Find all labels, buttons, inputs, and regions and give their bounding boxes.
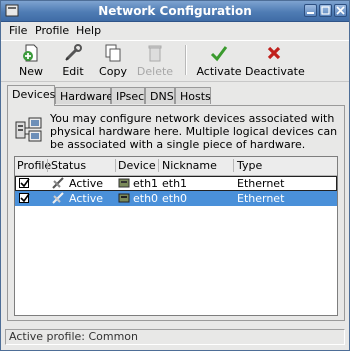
edit-label: Edit — [62, 65, 84, 78]
toolbar: New Edit Copy Delete Activate Deactivate — [1, 40, 349, 82]
minimize-button[interactable] — [304, 4, 317, 17]
activate-button[interactable]: Activate — [195, 43, 243, 79]
active-status-icon — [52, 177, 64, 189]
table-header: Profile Status Device Nickname Type — [15, 157, 337, 176]
device-list[interactable]: Profile Status Device Nickname Type Acti… — [14, 156, 338, 316]
close-icon — [336, 6, 345, 15]
window-title: Network Configuration — [98, 4, 252, 18]
active-profile-status: Active profile: Common — [5, 329, 345, 345]
devices-panel: You may configure network devices associ… — [7, 105, 345, 321]
new-button[interactable]: New — [11, 43, 51, 79]
tab-ipsec[interactable]: IPsec — [111, 87, 145, 104]
column-nickname[interactable]: Nickname — [162, 159, 217, 172]
check-icon — [20, 178, 30, 188]
delete-label: Delete — [136, 65, 174, 78]
title-bar[interactable]: Network Configuration — [1, 1, 349, 22]
device-name: eth1 — [133, 177, 159, 190]
menu-profile[interactable]: Profile — [35, 24, 69, 37]
close-button[interactable] — [334, 4, 347, 17]
tab-hosts[interactable]: Hosts — [175, 87, 211, 104]
copy-button[interactable]: Copy — [95, 43, 131, 79]
profile-checkbox[interactable] — [19, 178, 30, 188]
column-divider — [115, 159, 116, 172]
column-device[interactable]: Device — [118, 159, 156, 172]
status-bar: Active profile: Common — [3, 327, 347, 347]
column-divider — [233, 159, 234, 172]
new-icon — [23, 44, 38, 62]
status-text: Active — [69, 177, 104, 190]
nickname: eth0 — [162, 192, 188, 205]
menu-bar: File Profile Help — [1, 22, 349, 39]
deactivate-label: Deactivate — [245, 65, 305, 78]
trash-icon — [148, 45, 162, 62]
maximize-icon — [321, 6, 330, 15]
status-text: Active — [69, 192, 104, 205]
tab-devices[interactable]: Devices — [7, 85, 55, 106]
toolbar-separator — [185, 45, 186, 75]
table-row[interactable]: Active eth1 eth1 Ethernet — [15, 176, 337, 191]
tab-dns[interactable]: DNS — [145, 87, 175, 104]
ethernet-card-icon — [118, 178, 130, 188]
x-icon — [267, 46, 281, 60]
network-devices-icon — [15, 117, 42, 142]
device-name: eth0 — [133, 192, 159, 205]
menu-file[interactable]: File — [9, 24, 27, 37]
column-divider — [47, 159, 48, 172]
column-type[interactable]: Type — [237, 159, 262, 172]
activate-label: Activate — [196, 65, 242, 78]
column-divider — [158, 159, 159, 172]
nickname: eth1 — [162, 177, 188, 190]
edit-icon — [65, 44, 82, 61]
network-configuration-window: Network Configuration File Profile Help … — [0, 0, 350, 351]
copy-icon — [105, 44, 121, 62]
new-label: New — [19, 65, 43, 78]
edit-button[interactable]: Edit — [55, 43, 91, 79]
ethernet-card-icon — [118, 193, 130, 203]
table-row[interactable]: Active eth0 eth0 Ethernet — [15, 191, 337, 206]
info-text: You may configure network devices associ… — [50, 112, 338, 151]
menu-help[interactable]: Help — [76, 24, 101, 37]
tab-hardware[interactable]: Hardware — [55, 87, 113, 104]
copy-label: Copy — [99, 65, 127, 78]
maximize-button[interactable] — [319, 4, 332, 17]
device-type: Ethernet — [237, 192, 285, 205]
device-type: Ethernet — [237, 177, 285, 190]
column-status[interactable]: Status — [51, 159, 86, 172]
minimize-icon — [307, 12, 314, 14]
deactivate-button[interactable]: Deactivate — [245, 43, 305, 79]
delete-button[interactable]: Delete — [135, 43, 175, 79]
check-icon — [20, 193, 30, 203]
active-status-icon — [52, 192, 64, 204]
profile-checkbox[interactable] — [19, 193, 30, 203]
checkmark-icon — [210, 46, 228, 62]
